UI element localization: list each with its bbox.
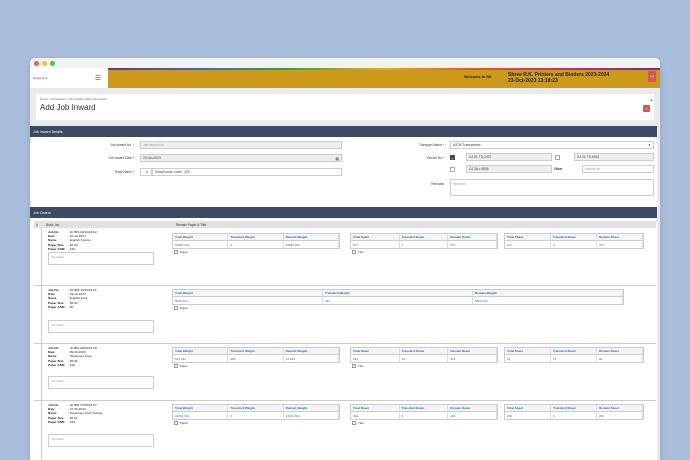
job-inward-date-input[interactable]: 23-Oct-2023 ▦: [140, 154, 342, 162]
row-index-cell: [34, 228, 42, 285]
party-name-label: Party Name *: [115, 170, 134, 174]
job-orders-header: Job Orders: [30, 207, 657, 218]
table-row: Job No: rk/JBO-27/09/23-07 Date: 27-09-2…: [34, 401, 656, 460]
transport-name-label: Transport Name *: [418, 143, 444, 147]
sheet-grid: Total Sheet Transferd Sheet Remain Sheet 9…: [504, 347, 644, 363]
vehicle-no-input[interactable]: Vehicle No: [582, 165, 654, 173]
job-inward-date-value: 23-Oct-2023: [143, 156, 161, 160]
paper-checkbox[interactable]: Paper: [174, 306, 188, 310]
weight-grid: Total Weight Transferd Weight Remain Weigh…: [172, 404, 340, 420]
row-remarks-input[interactable]: Remarks: [48, 434, 154, 447]
minimize-window-dot[interactable]: [42, 60, 47, 66]
remarks-label: Remarks: [431, 182, 444, 186]
app-window: Shree R.K. ☰ Welcome to RK Shree R.K. Pr…: [30, 58, 660, 460]
table-row: Job No: rk/JBO-19/10/23-01 Date: 19-10-2…: [34, 286, 656, 344]
company-info: Shree R.K. Printers and Binders 2023-202…: [508, 72, 609, 84]
current-datetime: 23-Oct-2023 13:18:23: [508, 78, 558, 84]
row-index-cell: [34, 286, 42, 343]
job-orders-panel: # Book Job Remain Paper & Title Job No: …: [30, 218, 657, 460]
row-index-cell: [34, 401, 42, 460]
row-remarks-input[interactable]: Remarks: [48, 376, 154, 389]
remarks-textarea[interactable]: Remarks: [450, 179, 654, 196]
sheet-grid: Total Sheet Transferd Sheet Remain Sheet 2…: [504, 233, 644, 249]
job-info: Job No: rk/JBO-27/09/23-07 Date: 27-09-2…: [48, 403, 103, 424]
color-strip: [108, 68, 660, 70]
job-inward-no-label: Job Inward No. *: [110, 143, 134, 147]
job-info: Job No: rk/JBO-09/09/23-09 Date: 09-09-2…: [48, 346, 97, 367]
paper-checkbox[interactable]: Paper: [174, 250, 188, 254]
top-navbar: Shree R.K. ☰ Welcome to RK Shree R.K. Pr…: [30, 68, 660, 88]
row-remarks-input[interactable]: Remarks: [48, 252, 154, 265]
title-checkbox[interactable]: Title: [352, 250, 364, 254]
ream-grid: Total Ream Transferd Ream Remain Ream 393 4…: [350, 347, 498, 363]
paper-checkbox[interactable]: Paper: [174, 364, 188, 368]
scroll-up-arrow-icon[interactable]: ▲: [650, 98, 653, 102]
chevron-down-icon: ▼: [648, 143, 651, 147]
close-button[interactable]: ×: [643, 105, 650, 112]
transport-name-select[interactable]: ASOK Transporters ▼: [450, 141, 654, 149]
col-book-job: Book Job: [46, 222, 60, 227]
page-title: Add Job Inward: [40, 103, 96, 112]
job-inward-details-panel: Job Inward No. * Job Inward No Job Inwar…: [30, 137, 657, 207]
job-inward-no-input[interactable]: Job Inward No: [140, 141, 342, 149]
title-checkbox[interactable]: Title: [352, 421, 364, 425]
breadcrumb[interactable]: Home / Transaction / Job Inward / Add Jo…: [40, 97, 106, 101]
row-remarks-input[interactable]: Remarks: [48, 320, 154, 333]
window-chrome: [30, 58, 660, 68]
job-inward-details-header: Job Inward Details: [30, 126, 657, 137]
vehicle-no-label: Vehicle No *: [426, 156, 444, 160]
calendar-icon[interactable]: ▦: [335, 156, 339, 161]
row-index-cell: [34, 344, 42, 400]
welcome-text: Welcome to RK: [464, 75, 492, 79]
col-hash: #: [36, 222, 38, 227]
weight-grid: Total Weight Transferd Weight Remain Weigh…: [172, 347, 340, 363]
search-icon[interactable]: ⚲: [140, 168, 152, 176]
transport-name-value: ASOK Transporters: [453, 143, 481, 147]
weight-grid: Total Weight Transferd Weight Remain Weigh…: [172, 233, 340, 249]
close-window-dot[interactable]: [34, 60, 39, 66]
main-content: Home / Transaction / Job Inward / Add Jo…: [30, 88, 660, 460]
header-bar: Welcome to RK Shree R.K. Printers and Bi…: [108, 68, 660, 88]
party-name-input[interactable]: Suraj Kumar Lodhi - 129: [152, 168, 342, 176]
job-inward-date-label: Job Inward Date *: [108, 156, 134, 160]
vehicle-1-field: GJ-01-TD-2472: [466, 153, 552, 161]
ream-grid: Total Ream Transferd Ream Remain Ream 494 0…: [350, 404, 498, 420]
job-info: Job No: rk/JBO-19/10/23-01 Date: 19-10-2…: [48, 288, 97, 309]
logout-icon[interactable]: ⇥: [648, 71, 656, 82]
hamburger-icon[interactable]: ☰: [88, 68, 108, 88]
page-title-card: Home / Transaction / Job Inward / Add Jo…: [36, 94, 654, 120]
table-row: Job No: rk/JBO-09/09/23-09 Date: 09-09-2…: [34, 344, 656, 401]
title-checkbox[interactable]: Title: [352, 364, 364, 368]
paper-checkbox[interactable]: Paper: [174, 421, 188, 425]
vehicle-2-checkbox[interactable]: [555, 155, 560, 160]
table-row: Job No: rk/JBO-20/10/23-02 Date: 20-10-2…: [34, 228, 656, 286]
job-info: Job No: rk/JBO-20/10/23-02 Date: 20-10-2…: [48, 230, 97, 251]
col-remain-paper-title: Remain Paper & Title: [176, 222, 207, 227]
company-logo[interactable]: Shree R.K.: [30, 68, 88, 88]
vehicle-3-field: GJ-26-v-3636: [466, 165, 552, 173]
vehicle-2-field: GJ-01-TD-6513: [574, 153, 654, 161]
other-label: Other: [554, 167, 563, 171]
vehicle-3-checkbox[interactable]: [450, 167, 455, 172]
ream-grid: Total Ream Transferd Ream Remain Ream 507 0…: [350, 233, 498, 249]
maximize-window-dot[interactable]: [50, 60, 55, 66]
sheet-grid: Total Sheet Transferd Sheet Remain Sheet 2…: [504, 404, 644, 420]
job-orders-table: # Book Job Remain Paper & Title Job No: …: [34, 221, 656, 460]
vehicle-1-checkbox[interactable]: ✓: [450, 155, 455, 161]
weight-grid: Total Weight Transferd Weight Remain Weigh…: [172, 289, 624, 305]
table-header: # Book Job Remain Paper & Title: [34, 221, 656, 228]
